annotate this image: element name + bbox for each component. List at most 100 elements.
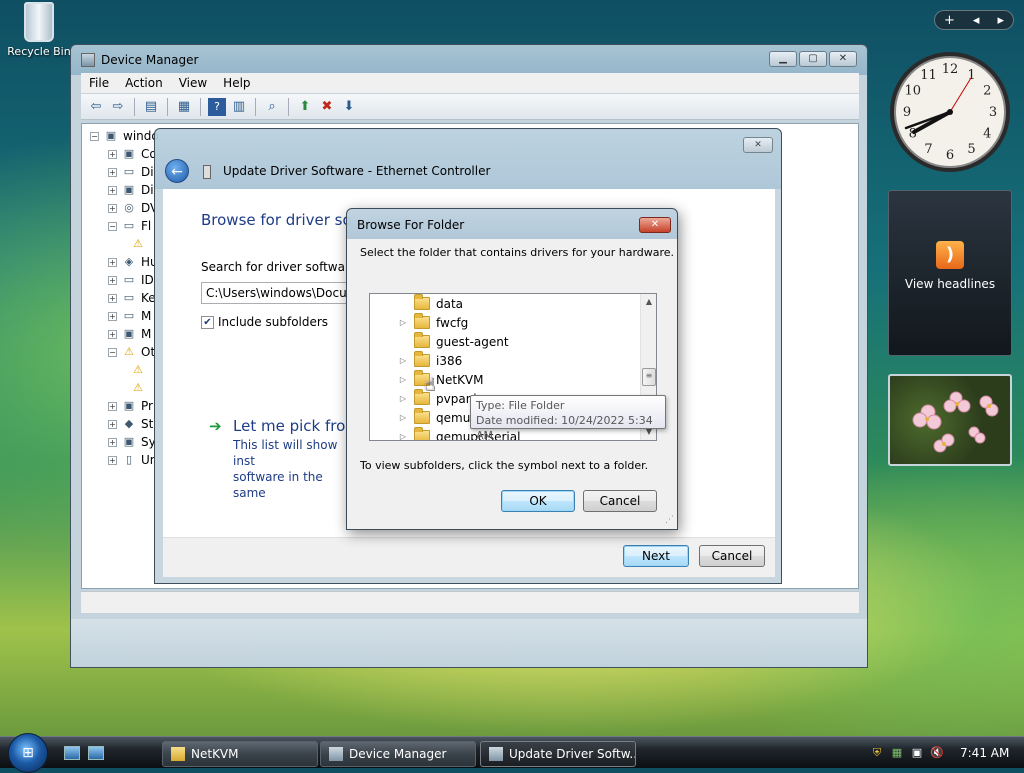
device-category-row[interactable]: ⚠: [130, 361, 150, 379]
volume-muted-icon[interactable]: 🔇: [930, 746, 944, 760]
device-category-row[interactable]: − ▭ Fl: [108, 217, 151, 235]
menu-view[interactable]: View: [171, 76, 215, 90]
expand-icon[interactable]: +: [108, 203, 117, 213]
cancel-button[interactable]: Cancel: [583, 490, 657, 512]
folder-item[interactable]: ▷ i386: [398, 351, 462, 370]
device-category-row[interactable]: + ▣ Sy: [108, 433, 156, 451]
help-icon[interactable]: ?: [208, 97, 226, 116]
expand-icon[interactable]: +: [108, 167, 117, 177]
expand-icon[interactable]: ▷: [398, 375, 408, 384]
menu-action[interactable]: Action: [117, 76, 171, 90]
clock-time[interactable]: 7:41 AM: [960, 746, 1009, 760]
disable-icon[interactable]: ⬇: [340, 98, 358, 116]
pick-from-list-link[interactable]: Let me pick from: [233, 417, 347, 435]
expand-icon[interactable]: ▷: [398, 432, 408, 440]
windows-flag-icon[interactable]: ▦: [890, 746, 904, 760]
close-button[interactable]: ✕: [743, 137, 773, 153]
menu-help[interactable]: Help: [215, 76, 258, 90]
network-icon[interactable]: ▣: [910, 746, 924, 760]
expand-icon[interactable]: ▷: [398, 394, 408, 403]
expand-icon[interactable]: ▷: [398, 318, 408, 327]
checkbox-icon[interactable]: ✔: [201, 315, 214, 329]
menu-file[interactable]: File: [81, 76, 117, 90]
add-gadget-button[interactable]: +: [944, 13, 955, 28]
expand-icon[interactable]: +: [108, 455, 117, 465]
device-category-row[interactable]: + ▣ Di: [108, 181, 154, 199]
ok-button[interactable]: OK: [501, 490, 575, 512]
device-category-row[interactable]: + ◈ Hu: [108, 253, 158, 271]
expand-icon[interactable]: +: [108, 149, 117, 159]
folder-item[interactable]: ▷ NetKVM: [398, 370, 484, 389]
clock-gadget[interactable]: 12 12 3 45678 9 1011: [888, 50, 1012, 174]
driver-path-input[interactable]: C:\Users\windows\Docum: [201, 282, 349, 304]
folder-item[interactable]: guest-agent: [398, 332, 509, 351]
show-hide-tree-icon[interactable]: ▤: [142, 98, 160, 116]
device-category-row[interactable]: ⚠: [130, 235, 150, 253]
scroll-up-icon[interactable]: ▲: [641, 294, 656, 310]
taskbar-button[interactable]: Update Driver Softw...: [480, 741, 636, 767]
device-category-row[interactable]: + ▭ M: [108, 307, 151, 325]
device-category-row[interactable]: + ▭ Ke: [108, 289, 156, 307]
slideshow-gadget[interactable]: [888, 374, 1012, 466]
expand-icon[interactable]: +: [108, 329, 117, 339]
properties-icon[interactable]: ▦: [175, 98, 193, 116]
view-icon[interactable]: ▥: [230, 98, 248, 116]
security-shield-icon[interactable]: ⛨: [870, 746, 884, 760]
taskbar-button[interactable]: Device Manager: [320, 741, 476, 767]
expand-icon[interactable]: +: [108, 419, 117, 429]
start-button[interactable]: ⊞: [8, 733, 48, 773]
device-category-row[interactable]: + ▭ Di: [108, 163, 154, 181]
expand-icon[interactable]: +: [108, 275, 117, 285]
resize-grip-icon[interactable]: ⋰: [665, 515, 674, 525]
update-driver-icon[interactable]: ⬆: [296, 98, 314, 116]
next-gadget-button[interactable]: ▸: [997, 13, 1004, 28]
device-category-row[interactable]: + ▣ M: [108, 325, 151, 343]
close-button[interactable]: ✕: [829, 51, 857, 67]
previous-gadget-button[interactable]: ◂: [973, 13, 980, 28]
device-category-row[interactable]: + ◆ St: [108, 415, 153, 433]
expand-icon[interactable]: ▷: [398, 413, 408, 422]
device-category-row[interactable]: − ⚠ Ot: [108, 343, 155, 361]
device-category-row[interactable]: + ◎ DV: [108, 199, 158, 217]
device-icon: ▣: [123, 399, 135, 412]
device-category-row[interactable]: ⚠: [130, 379, 150, 397]
forward-arrow-icon[interactable]: ⇨: [109, 98, 127, 116]
show-desktop-icon[interactable]: [64, 746, 80, 760]
device-category-row[interactable]: + ▭ ID: [108, 271, 154, 289]
expand-icon[interactable]: +: [108, 185, 117, 195]
folder-item[interactable]: data: [398, 294, 463, 313]
folder-item[interactable]: ▷ fwcfg: [398, 313, 468, 332]
clock-number: 6: [946, 148, 954, 163]
close-button[interactable]: ✕: [639, 217, 671, 233]
scroll-thumb[interactable]: ≡: [642, 368, 656, 386]
collapse-icon[interactable]: −: [108, 347, 117, 357]
folder-name: i386: [436, 353, 463, 368]
taskbar-button[interactable]: NetKVM: [162, 741, 318, 767]
recycle-bin-icon[interactable]: Recycle Bin: [6, 2, 72, 58]
device-category-row[interactable]: + ▯ Ur: [108, 451, 155, 469]
collapse-icon[interactable]: −: [108, 221, 117, 231]
expand-icon[interactable]: +: [108, 311, 117, 321]
expand-icon[interactable]: +: [108, 257, 117, 267]
device-icon: ▭: [123, 273, 135, 286]
back-arrow-icon[interactable]: ⇦: [87, 98, 105, 116]
expand-icon[interactable]: +: [108, 401, 117, 411]
feed-headlines-gadget[interactable]: ) View headlines: [888, 190, 1012, 356]
maximize-button[interactable]: ▢: [799, 51, 827, 67]
minimize-button[interactable]: ▁: [769, 51, 797, 67]
expand-icon[interactable]: +: [108, 293, 117, 303]
switch-windows-icon[interactable]: [88, 746, 104, 760]
scan-hardware-icon[interactable]: ⌕: [263, 98, 281, 116]
uninstall-icon[interactable]: ✖: [318, 98, 336, 116]
expand-icon[interactable]: +: [108, 437, 117, 447]
tree-root-row[interactable]: − ▣ windo: [90, 127, 159, 145]
include-subfolders-checkbox[interactable]: ✔ Include subfolders: [201, 315, 328, 329]
collapse-icon[interactable]: −: [90, 131, 99, 141]
cancel-button[interactable]: Cancel: [699, 545, 765, 567]
next-button[interactable]: Next: [623, 545, 689, 567]
expand-icon[interactable]: ▷: [398, 356, 408, 365]
device-category-row[interactable]: + ▣ Co: [108, 145, 157, 163]
back-button[interactable]: ←: [165, 159, 189, 183]
device-category-row[interactable]: + ▣ Pr: [108, 397, 153, 415]
device-category-label: Fl: [141, 219, 152, 233]
